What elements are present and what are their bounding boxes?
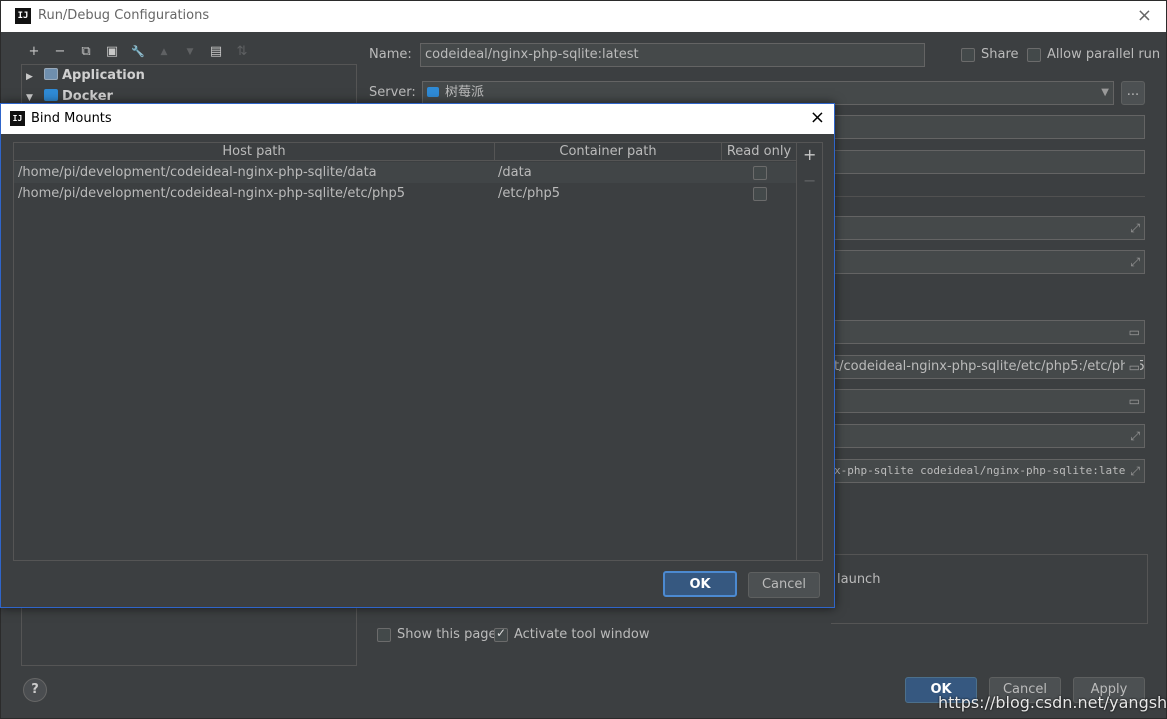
window-titlebar: IJ Run/Debug Configurations × [1, 1, 1166, 32]
move-down-icon[interactable]: ▼ [181, 43, 199, 61]
read-only-checkbox[interactable] [753, 166, 767, 180]
expand-icon[interactable]: ⤢ [1130, 217, 1140, 239]
bind-mounts-field[interactable]: t/codeideal-nginx-php-sqlite/etc/php5:/e… [831, 355, 1145, 379]
field-row-5[interactable]: ⤢ [831, 216, 1145, 240]
show-this-page-label: Show this page [397, 627, 497, 642]
table-row[interactable]: /home/pi/development/codeideal-nginx-php… [14, 162, 796, 183]
bind-mounts-value: t/codeideal-nginx-php-sqlite/etc/php5:/e… [834, 359, 1145, 374]
config-toolbar: + − ⧉ ▣ 🔧 ▲ ▼ ▤ ⇅ [25, 43, 251, 61]
chevron-down-icon: ▼ [1101, 87, 1109, 98]
share-checkbox[interactable] [961, 48, 975, 62]
run-options-field[interactable]: x-php-sqlite codeideal/nginx-php-sqlite:… [831, 459, 1145, 483]
expand-icon[interactable]: ⤢ [1130, 425, 1140, 447]
tree-item-label: Application [62, 68, 145, 83]
section-separator [831, 196, 1145, 197]
field-row-3[interactable] [831, 115, 1145, 139]
application-icon [44, 68, 58, 80]
server-select[interactable]: 树莓派 ▼ [422, 81, 1114, 105]
watermark: https://blog.csdn.net/yangshare [938, 693, 1167, 712]
name-field[interactable]: codeideal/nginx-php-sqlite:latest [420, 43, 925, 67]
server-label: Server: [369, 85, 416, 100]
wrench-icon[interactable]: 🔧 [129, 43, 147, 61]
field-row-7[interactable]: ▭ [831, 320, 1145, 344]
save-icon[interactable]: ▣ [103, 43, 121, 61]
field-row-6[interactable]: ⤢ [831, 250, 1145, 274]
bind-mounts-table: Host path Container path Read only /home… [13, 142, 797, 561]
folder-icon[interactable]: ▭ [1129, 390, 1140, 412]
host-path-cell[interactable]: /home/pi/development/codeideal-nginx-php… [18, 162, 377, 183]
remove-icon[interactable]: − [51, 43, 69, 61]
read-only-cell [722, 183, 796, 204]
table-header: Host path Container path Read only [14, 143, 796, 161]
allow-parallel-checkbox[interactable] [1027, 48, 1041, 62]
container-path-cell[interactable]: /data [498, 162, 532, 183]
dialog-title: Bind Mounts [31, 111, 112, 126]
folder-add-icon[interactable]: ▤ [207, 43, 225, 61]
folder-icon[interactable]: ▭ [1129, 321, 1140, 343]
expand-icon[interactable]: ⤢ [1130, 251, 1140, 273]
dialog-cancel-button[interactable]: Cancel [748, 572, 820, 598]
name-label: Name: [369, 47, 412, 62]
table-row[interactable]: /home/pi/development/codeideal-nginx-php… [14, 183, 796, 204]
field-row-9[interactable]: ▭ [831, 389, 1145, 413]
field-row-10[interactable]: ⤢ [831, 424, 1145, 448]
help-button[interactable]: ? [23, 678, 47, 702]
before-launch-label: launch [837, 572, 881, 587]
column-host-path[interactable]: Host path [14, 143, 495, 161]
field-row-4[interactable] [831, 150, 1145, 174]
activate-tool-window-label: Activate tool window [514, 627, 650, 642]
tree-item-application[interactable]: ▶ Application [26, 66, 145, 86]
host-path-cell[interactable]: /home/pi/development/codeideal-nginx-php… [18, 183, 405, 204]
copy-icon[interactable]: ⧉ [77, 43, 95, 61]
docker-icon [427, 87, 439, 97]
bind-mounts-dialog: IJ Bind Mounts × Host path Container pat… [0, 103, 835, 608]
table-actions-toolbar: + − [797, 142, 823, 561]
window-title: Run/Debug Configurations [38, 8, 210, 23]
sort-icon[interactable]: ⇅ [233, 43, 251, 61]
intellij-app-icon: IJ [15, 8, 31, 24]
read-only-checkbox[interactable] [753, 187, 767, 201]
add-icon[interactable]: + [803, 145, 816, 164]
dialog-titlebar: IJ Bind Mounts × [1, 104, 834, 134]
allow-parallel-label: Allow parallel run [1047, 47, 1161, 62]
server-value: 树莓派 [445, 85, 485, 100]
share-label: Share [981, 47, 1019, 62]
folder-icon[interactable]: ▭ [1124, 356, 1140, 378]
container-path-cell[interactable]: /etc/php5 [498, 183, 560, 204]
expand-icon[interactable]: ⤢ [1126, 460, 1140, 482]
remove-icon[interactable]: − [803, 171, 816, 190]
docker-icon [44, 89, 58, 101]
tree-item-label: Docker [62, 89, 113, 104]
activate-tool-window-checkbox[interactable] [494, 626, 508, 642]
dialog-ok-button[interactable]: OK [663, 571, 737, 597]
server-more-button[interactable]: ... [1121, 81, 1145, 105]
add-icon[interactable]: + [25, 43, 43, 61]
before-launch-panel: launch [831, 554, 1148, 624]
move-up-icon[interactable]: ▲ [155, 43, 173, 61]
read-only-cell [722, 162, 796, 183]
expand-arrow-icon[interactable]: ▶ [26, 67, 38, 87]
run-options-value: x-php-sqlite codeideal/nginx-php-sqlite:… [834, 464, 1139, 477]
column-read-only[interactable]: Read only [722, 143, 796, 161]
column-container-path[interactable]: Container path [495, 143, 722, 161]
show-this-page-checkbox[interactable] [377, 628, 391, 642]
intellij-app-icon: IJ [10, 111, 25, 126]
dialog-close-icon[interactable]: × [810, 107, 825, 128]
window-close-icon[interactable]: × [1137, 5, 1152, 26]
